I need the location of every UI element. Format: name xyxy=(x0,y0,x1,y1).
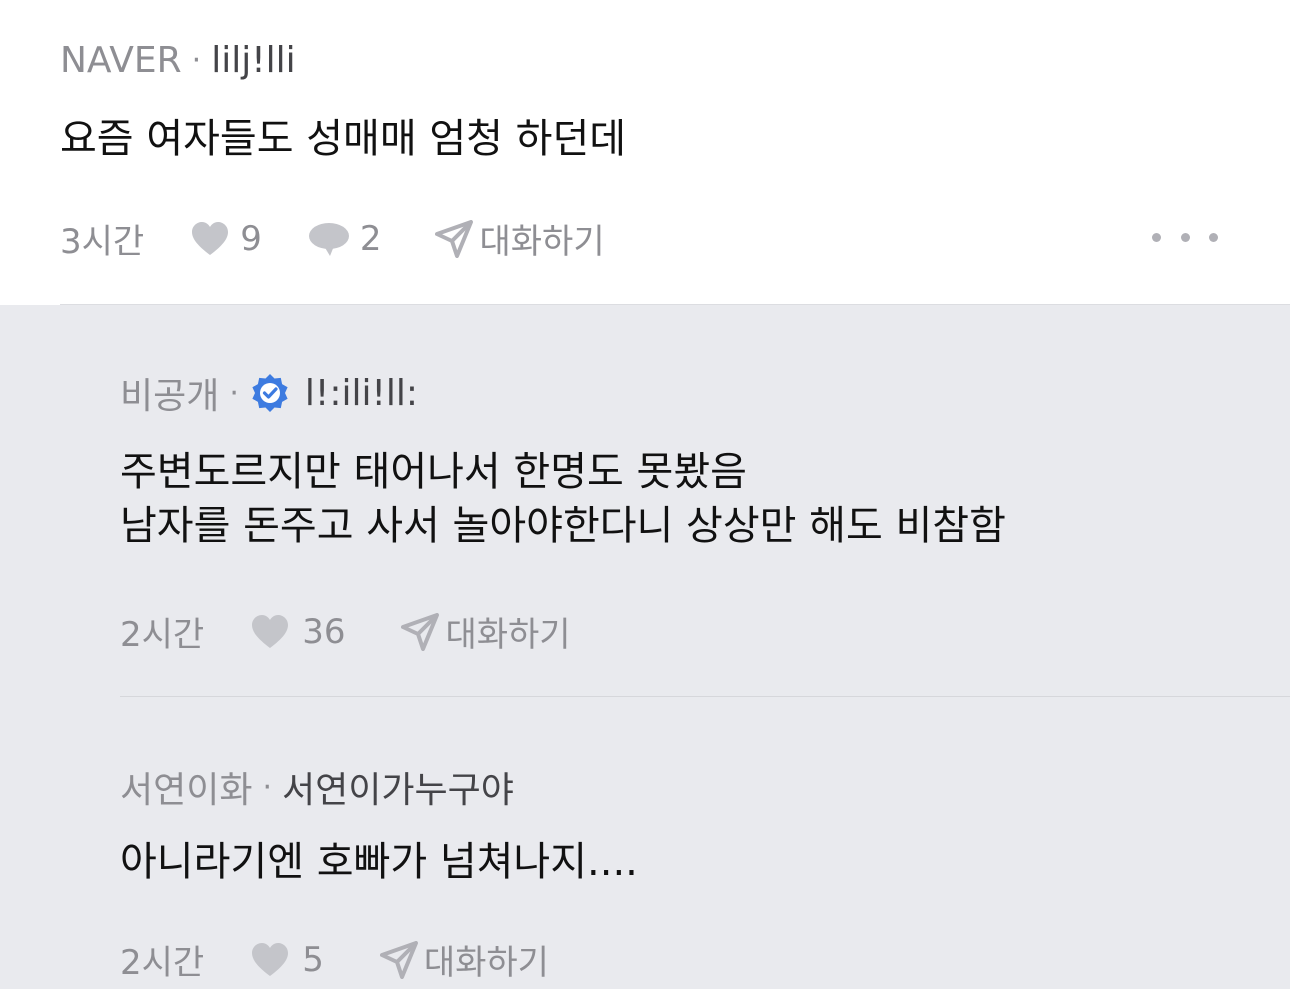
like-count: 36 xyxy=(302,611,346,652)
chat-button[interactable]: 대화하기 xyxy=(401,607,571,656)
more-dot xyxy=(1180,232,1190,242)
like-count: 5 xyxy=(302,939,324,980)
like-count: 9 xyxy=(240,218,262,259)
verified-badge-icon xyxy=(252,374,288,412)
like-button[interactable]: 36 xyxy=(250,612,345,652)
reply-author-line: 비공개 · l!:ili!ll: xyxy=(120,367,418,419)
reply-text-line: 남자를 돈주고 사서 놀아야한다니 상상만 해도 비참함 xyxy=(120,503,1006,549)
comment-text: 요즘 여자들도 성매매 엄청 하던데 xyxy=(60,116,627,162)
reply-time: 2시간 xyxy=(120,943,205,983)
separator-dot: · xyxy=(229,375,239,411)
like-button[interactable]: 5 xyxy=(250,940,324,980)
author-nickname[interactable]: l!:ili!ll: xyxy=(305,373,418,414)
comment-time: 3시간 xyxy=(60,222,145,262)
paper-plane-icon xyxy=(379,940,418,979)
heart-icon xyxy=(252,614,289,648)
like-button[interactable]: 9 xyxy=(190,219,262,259)
reply-text: 아니라기엔 호빠가 넘쳐나지.... xyxy=(120,835,638,889)
reply-author-line: 서연이화 · 서연이가누구야 xyxy=(120,761,514,813)
reply-meta: 2시간 36 대화하기 xyxy=(120,607,571,656)
reply-count: 2 xyxy=(359,218,382,259)
more-dot xyxy=(1209,232,1218,242)
heart-icon xyxy=(192,221,229,255)
reply-text-line: 아니라기엔 호빠가 넘쳐나지.... xyxy=(120,839,638,885)
separator-dot: · xyxy=(262,769,273,805)
reply-meta: 2시간 5 대화하기 xyxy=(120,935,549,984)
paper-plane-icon xyxy=(401,612,440,651)
author-nickname[interactable]: lilj!lli xyxy=(211,40,295,81)
divider xyxy=(120,696,1290,697)
author-nickname[interactable]: 서연이가누구야 xyxy=(282,761,514,813)
reply-text-line: 주변도르지만 태어나서 한명도 못봤음 xyxy=(120,449,747,495)
chat-button[interactable]: 대화하기 xyxy=(379,935,549,984)
author-source: 비공개 xyxy=(120,376,220,417)
heart-icon xyxy=(252,942,289,976)
chat-button[interactable]: 대화하기 xyxy=(435,214,605,263)
more-dot xyxy=(1152,232,1161,242)
reply-time: 2시간 xyxy=(120,615,205,655)
replies-section: 비공개 · l!:ili!ll: 주변도르지만 태어나서 한명도 못봤음 남자를… xyxy=(0,305,1290,989)
top-comment: NAVER · lilj!lli 요즘 여자들도 성매매 엄청 하던데 3시간 … xyxy=(0,0,1290,305)
comment-author-line: NAVER · lilj!lli xyxy=(60,40,296,81)
separator-dot: · xyxy=(191,43,202,78)
chat-label: 대화하기 xyxy=(423,943,549,983)
chat-label: 대화하기 xyxy=(479,222,605,262)
chat-label: 대화하기 xyxy=(445,615,571,655)
reply-text: 주변도르지만 태어나서 한명도 못봤음 남자를 돈주고 사서 놀아야한다니 상상… xyxy=(120,445,1006,553)
comment-meta: 3시간 9 2 대화하기 xyxy=(60,214,605,263)
paper-plane-icon xyxy=(435,219,474,258)
speech-bubble-icon xyxy=(308,222,349,256)
more-options-button[interactable] xyxy=(1152,222,1218,252)
author-source: NAVER xyxy=(60,40,182,81)
author-source: 서연이화 xyxy=(120,770,253,811)
reply-button[interactable]: 2 xyxy=(308,218,382,259)
